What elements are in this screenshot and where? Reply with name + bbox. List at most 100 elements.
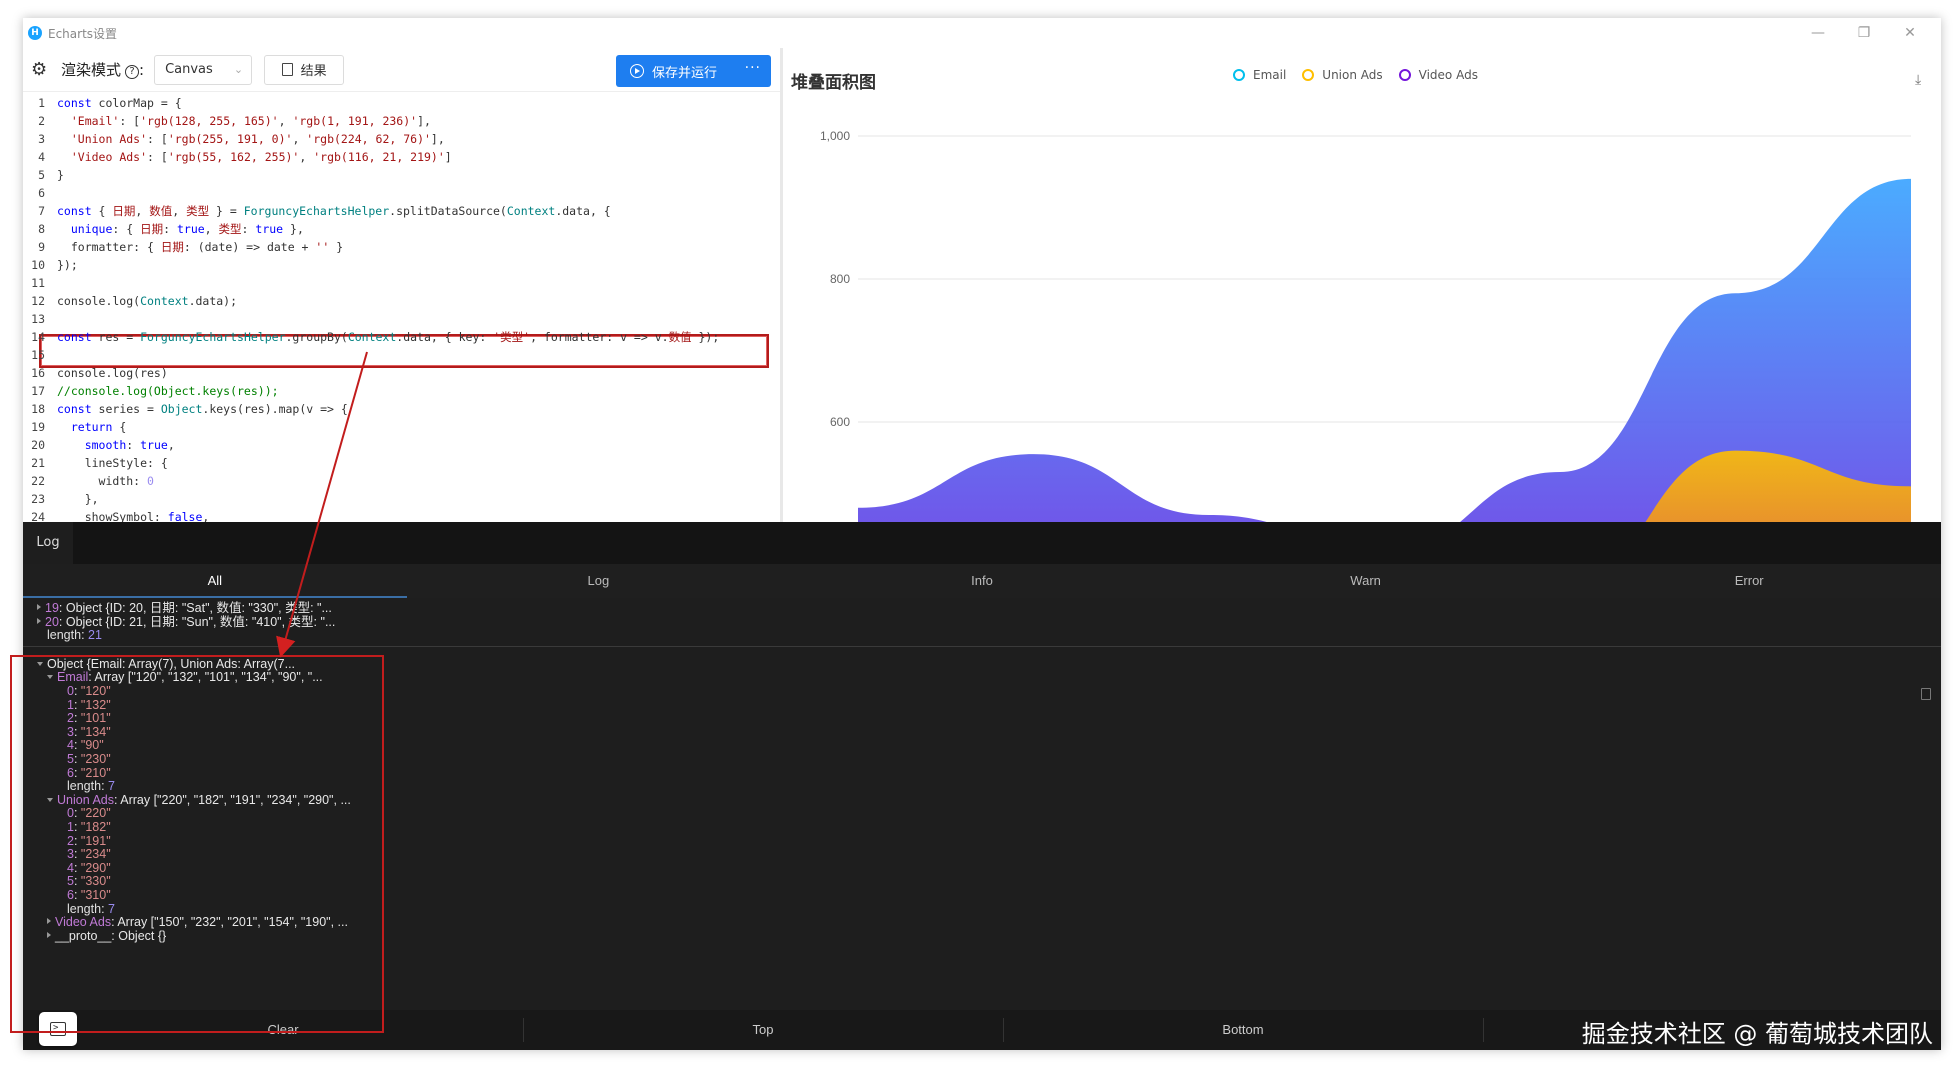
line-number: 22 — [31, 474, 45, 488]
y-tick-label: 800 — [830, 272, 850, 286]
code-line[interactable]: 9 formatter: { 日期: (date) => date + '' } — [23, 238, 780, 256]
code-text: 'Email': ['rgb(128, 255, 165)', 'rgb(1, … — [70, 114, 431, 128]
code-text: unique: { 日期: true, 类型: true }, — [70, 222, 304, 236]
line-number: 20 — [31, 438, 45, 452]
code-line[interactable]: 2 'Email': ['rgb(128, 255, 165)', 'rgb(1… — [23, 112, 780, 130]
line-number: 19 — [31, 420, 45, 434]
line-number: 14 — [31, 330, 45, 344]
code-line[interactable]: 3 'Union Ads': ['rgb(255, 191, 0)', 'rgb… — [23, 130, 780, 148]
y-tick-label: 600 — [830, 415, 850, 429]
line-number: 8 — [38, 222, 45, 236]
code-text: formatter: { 日期: (date) => date + '' } — [57, 240, 344, 254]
code-text: } — [57, 168, 64, 182]
code-line[interactable]: 24 showSymbol: false, — [23, 508, 780, 522]
bottom-bar-separator — [523, 1018, 524, 1042]
line-number: 13 — [31, 312, 45, 326]
maximize-icon[interactable]: ❐ — [1841, 25, 1887, 41]
line-number: 24 — [31, 510, 45, 522]
line-number: 15 — [31, 348, 45, 362]
code-line[interactable]: 8 unique: { 日期: true, 类型: true }, — [23, 220, 780, 238]
code-line[interactable]: 7 const { 日期, 数值, 类型 } = ForguncyEchartsH… — [23, 202, 780, 220]
minimize-icon[interactable]: — — [1795, 25, 1841, 41]
bottom-bar-separator — [1003, 1018, 1004, 1042]
title-bar: H Echarts设置 — ❐ ✕ — [23, 18, 1941, 48]
code-line[interactable]: 6 — [23, 184, 780, 202]
code-line[interactable]: 5} — [23, 166, 780, 184]
code-line[interactable]: 17 //console.log(Object.keys(res)); — [23, 382, 780, 400]
app-logo-icon: H — [28, 26, 42, 40]
render-mode-value: Canvas — [165, 62, 213, 77]
watermark: 掘金技术社区 @ 葡萄城技术团队 — [1581, 1020, 1933, 1048]
filter-log[interactable]: Log — [407, 564, 791, 598]
window-controls: — ❐ ✕ — [1795, 18, 1933, 48]
code-text: console.log(Context.data); — [57, 294, 238, 308]
code-line[interactable]: 11 — [23, 274, 780, 292]
code-line[interactable]: 22 width: 0 — [23, 472, 780, 490]
code-line[interactable]: 20 smooth: true, — [23, 436, 780, 454]
bottom-button[interactable]: Bottom — [1003, 1010, 1483, 1050]
code-text: 'Video Ads': ['rgb(55, 162, 255)', 'rgb(… — [70, 150, 452, 164]
code-text: smooth: true, — [84, 438, 175, 452]
save-and-run-button[interactable]: 保存并运行 ··· — [616, 55, 771, 87]
code-text: 'Union Ads': ['rgb(255, 191, 0)', 'rgb(2… — [70, 132, 445, 146]
close-icon[interactable]: ✕ — [1887, 25, 1933, 41]
line-number: 11 — [31, 276, 45, 290]
save-and-run-label: 保存并运行 — [652, 65, 718, 81]
line-number: 1 — [38, 96, 45, 110]
code-text: showSymbol: false, — [57, 510, 210, 522]
more-options-icon[interactable]: ··· — [745, 60, 761, 76]
filter-info[interactable]: Info — [790, 564, 1174, 598]
filter-error[interactable]: Error — [1557, 564, 1941, 598]
expand-right-icon[interactable] — [37, 617, 41, 624]
log-line: length: 21 — [47, 628, 102, 643]
code-text: lineStyle: { — [57, 456, 168, 470]
line-number: 18 — [31, 402, 45, 416]
code-line[interactable]: 15 — [23, 346, 780, 364]
code-text: //console.log(Object.keys(res)); — [57, 384, 279, 398]
code-text: const { 日期, 数值, 类型 } = ForguncyEchartsHe… — [57, 204, 611, 218]
code-line[interactable]: 21 lineStyle: { — [23, 454, 780, 472]
play-icon — [630, 64, 644, 78]
line-number: 6 — [38, 186, 45, 200]
code-text: console.log(res) — [57, 366, 168, 380]
result-button-label: 结果 — [300, 64, 327, 79]
code-line[interactable]: 14 const res = ForguncyEchartsHelper.grou… — [23, 328, 780, 346]
code-editor[interactable]: 1 const colorMap = { 2 'Email': ['rgb(128,… — [23, 92, 780, 522]
line-number: 5 — [38, 168, 45, 182]
gear-icon[interactable]: ⚙ — [31, 59, 51, 80]
result-button[interactable]: 结果 — [264, 54, 345, 85]
line-number: 2 — [38, 114, 45, 128]
filter-warn[interactable]: Warn — [1174, 564, 1558, 598]
line-number: 23 — [31, 492, 45, 506]
render-mode-select[interactable]: Canvas ⌄ — [154, 54, 253, 85]
chart-preview-panel: 堆叠面积图 Email Union Ads Video Ads ⤓ 1,000 800… — [783, 48, 1941, 522]
code-text: const colorMap = { — [57, 96, 182, 110]
y-tick-label: 1,000 — [820, 129, 850, 143]
copy-icon[interactable] — [1921, 688, 1931, 700]
top-button[interactable]: Top — [523, 1010, 1003, 1050]
code-text: }, — [57, 492, 99, 506]
line-number: 4 — [38, 150, 45, 164]
code-line[interactable]: 4 'Video Ads': ['rgb(55, 162, 255)', 'rg… — [23, 148, 780, 166]
code-line[interactable]: 12 console.log(Context.data); — [23, 292, 780, 310]
render-mode-label: 渲染模式?: — [61, 61, 145, 79]
code-text: const series = Object.keys(res).map(v =>… — [57, 402, 348, 416]
line-number: 3 — [38, 132, 45, 146]
tab-log[interactable]: Log — [23, 522, 73, 564]
code-line[interactable]: 13 — [23, 310, 780, 328]
code-line[interactable]: 10}); — [23, 256, 780, 274]
log-annotation-box — [10, 655, 384, 1033]
code-line[interactable]: 1 const colorMap = { — [23, 94, 780, 112]
stacked-area-chart: 1,000 800 600 — [820, 129, 1911, 522]
code-line[interactable]: 19 return { — [23, 418, 780, 436]
code-line[interactable]: 23 }, — [23, 490, 780, 508]
filter-all[interactable]: All — [23, 564, 407, 598]
code-line[interactable]: 18 const series = Object.keys(res).map(v … — [23, 400, 780, 418]
help-icon[interactable]: ? — [125, 65, 140, 79]
line-number: 16 — [31, 366, 45, 380]
window-title: Echarts设置 — [48, 26, 118, 41]
log-filter-bar: All Log Info Warn Error — [23, 564, 1941, 598]
code-line[interactable]: 16 console.log(res) — [23, 364, 780, 382]
bottom-bar-separator — [1483, 1018, 1484, 1042]
expand-right-icon[interactable] — [37, 604, 41, 610]
